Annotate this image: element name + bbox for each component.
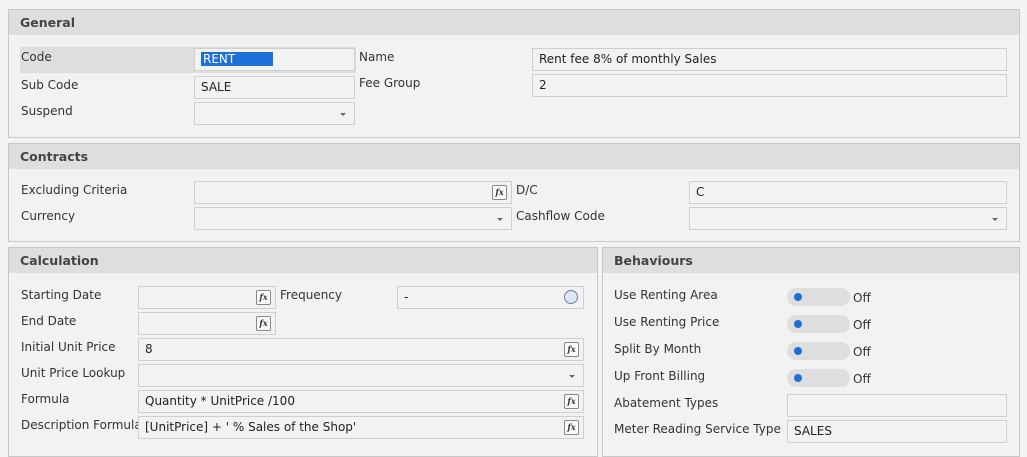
end-date-label: End Date (21, 314, 77, 328)
use-renting-price-toggle[interactable] (787, 315, 850, 333)
panel-title: Contracts (9, 144, 1019, 169)
panel-title: Behaviours (603, 248, 1019, 273)
feegroup-input[interactable]: 2 (532, 74, 1007, 97)
description-formula-label: Description Formula (21, 418, 142, 432)
use-renting-area-toggle[interactable] (787, 288, 850, 306)
frequency-input[interactable]: - (397, 286, 584, 309)
suspend-dropdown[interactable] (194, 102, 355, 125)
starting-date-label: Starting Date (21, 288, 102, 302)
currency-dropdown[interactable] (194, 207, 512, 230)
panel-title: Calculation (9, 248, 597, 273)
currency-label: Currency (21, 209, 76, 223)
meter-reading-input[interactable]: SALES (787, 420, 1007, 443)
subcode-label: Sub Code (21, 78, 79, 92)
description-formula-input[interactable]: [UnitPrice] + ' % Sales of the Shop' fx (138, 416, 584, 439)
cashflow-label: Cashflow Code (516, 209, 605, 223)
cashflow-dropdown[interactable] (689, 207, 1007, 230)
code-input[interactable]: RENT (194, 48, 355, 71)
code-label: Code (21, 50, 52, 64)
formula-icon[interactable]: fx (256, 316, 271, 331)
formula-label: Formula (21, 392, 70, 406)
formula-icon[interactable]: fx (564, 394, 579, 409)
name-label: Name (359, 50, 395, 64)
panel-title: General (9, 10, 1019, 35)
toggle-state: Off (853, 318, 871, 332)
toggle-state: Off (853, 291, 871, 305)
starting-date-input[interactable]: fx (138, 286, 276, 309)
dc-input[interactable]: C (689, 181, 1007, 204)
use-renting-price-label: Use Renting Price (614, 315, 720, 329)
formula-icon[interactable]: fx (564, 420, 579, 435)
split-by-month-toggle[interactable] (787, 342, 850, 360)
toggle-state: Off (853, 372, 871, 386)
initial-unit-price-label: Initial Unit Price (21, 340, 116, 354)
dc-label: D/C (516, 183, 538, 197)
excluding-input[interactable]: fx (194, 181, 512, 204)
formula-icon[interactable]: fx (492, 185, 507, 200)
formula-input[interactable]: Quantity * UnitPrice /100 fx (138, 390, 584, 413)
formula-icon[interactable]: fx (256, 290, 271, 305)
unit-price-lookup-dropdown[interactable] (138, 364, 584, 387)
frequency-label: Frequency (280, 288, 342, 302)
formula-icon[interactable]: fx (564, 342, 579, 357)
clock-icon[interactable] (564, 290, 578, 304)
suspend-label: Suspend (21, 104, 73, 118)
up-front-billing-toggle[interactable] (787, 369, 850, 387)
feegroup-label: Fee Group (359, 76, 421, 90)
unit-price-lookup-label: Unit Price Lookup (21, 366, 126, 380)
meter-reading-label: Meter Reading Service Type (614, 422, 781, 436)
subcode-input[interactable]: SALE (194, 76, 355, 99)
abatement-types-input[interactable] (787, 394, 1007, 417)
excluding-label: Excluding Criteria (21, 183, 128, 197)
up-front-billing-label: Up Front Billing (614, 369, 706, 383)
name-input[interactable]: Rent fee 8% of monthly Sales (532, 48, 1007, 71)
use-renting-area-label: Use Renting Area (614, 288, 718, 302)
split-by-month-label: Split By Month (614, 342, 702, 356)
toggle-state: Off (853, 345, 871, 359)
initial-unit-price-input[interactable]: 8 fx (138, 338, 584, 361)
end-date-input[interactable]: fx (138, 312, 276, 335)
abatement-types-label: Abatement Types (614, 396, 719, 410)
